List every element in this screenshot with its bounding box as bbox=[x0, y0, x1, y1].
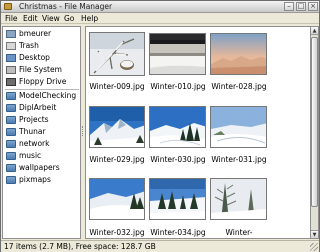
folder-icon bbox=[6, 152, 16, 160]
menu-view[interactable]: View bbox=[42, 14, 60, 23]
sidebar-item-bmeurer[interactable]: bmeurer bbox=[6, 29, 80, 39]
sidebar-item-label: ModelChecking bbox=[19, 91, 77, 100]
sidebar-item-modelchecking[interactable]: ModelChecking bbox=[6, 91, 80, 101]
folder-icon bbox=[6, 128, 16, 136]
minimize-button[interactable]: – bbox=[284, 2, 294, 11]
file-name-label: Winter-034.jpg bbox=[150, 228, 206, 237]
file-name-label: Winter-010.jpg bbox=[150, 82, 206, 91]
sidebar-item-label: music bbox=[19, 151, 42, 160]
folder-icon bbox=[6, 104, 16, 112]
sidebar: bmeurer Trash Desktop File System Floppy… bbox=[2, 26, 81, 239]
vertical-scrollbar[interactable]: ▲ ▼ bbox=[310, 26, 319, 239]
folder-icon bbox=[6, 176, 16, 184]
splitter-grip[interactable] bbox=[82, 126, 84, 136]
photo-thumbnail[interactable] bbox=[149, 33, 206, 75]
sidebar-item-label: Desktop bbox=[19, 53, 50, 62]
sidebar-item-label: bmeurer bbox=[19, 29, 52, 38]
filesystem-icon bbox=[6, 66, 16, 74]
sidebar-item-music[interactable]: music bbox=[6, 151, 80, 161]
file-name-label: Winter- bbox=[225, 228, 253, 237]
file-name-label: Winter-030.jpg bbox=[150, 155, 206, 164]
photo-thumbnail[interactable] bbox=[89, 32, 145, 76]
title-bar[interactable]: Christmas - File Manager – □ × bbox=[1, 1, 319, 13]
sidebar-item-diplarbeit[interactable]: DiplArbeit bbox=[6, 103, 80, 113]
folder-icon bbox=[6, 116, 16, 124]
photo-thumbnail[interactable] bbox=[149, 178, 206, 220]
close-button[interactable]: × bbox=[308, 2, 318, 11]
sidebar-item-desktop[interactable]: Desktop bbox=[6, 53, 80, 63]
window-title: Christmas - File Manager bbox=[19, 2, 113, 11]
file-name-label: Winter-031.jpg bbox=[211, 155, 267, 164]
sidebar-item-label: pixmaps bbox=[19, 175, 51, 184]
folder-icon bbox=[6, 164, 16, 172]
sidebar-item-label: File System bbox=[19, 65, 62, 74]
file-name-label: Winter-029.jpg bbox=[89, 155, 145, 164]
menu-bar: File Edit View Go Help bbox=[1, 13, 319, 24]
folder-icon bbox=[6, 92, 16, 100]
sidebar-item-pixmaps[interactable]: pixmaps bbox=[6, 175, 80, 185]
file-name-label: Winter-032.jpg bbox=[89, 228, 145, 237]
menu-file[interactable]: File bbox=[5, 14, 18, 23]
resize-grip-icon[interactable] bbox=[310, 243, 318, 251]
file-name-label: Winter-028.jpg bbox=[211, 82, 267, 91]
sidebar-item-label: Projects bbox=[19, 115, 49, 124]
sidebar-item-network[interactable]: network bbox=[6, 139, 80, 149]
photo-thumbnail[interactable] bbox=[210, 178, 267, 220]
scrollbar-thumb[interactable] bbox=[311, 37, 318, 207]
photo-thumbnail[interactable] bbox=[210, 106, 267, 148]
sidebar-item-label: network bbox=[19, 139, 50, 148]
photo-thumbnail[interactable] bbox=[210, 33, 267, 75]
folder-icon bbox=[4, 3, 12, 10]
menu-help[interactable]: Help bbox=[81, 14, 98, 23]
scroll-up-arrow-icon[interactable]: ▲ bbox=[311, 27, 318, 35]
trash-icon bbox=[6, 42, 16, 50]
sidebar-item-wallpapers[interactable]: wallpapers bbox=[6, 163, 80, 173]
menu-edit[interactable]: Edit bbox=[23, 14, 38, 23]
sidebar-divider bbox=[5, 89, 79, 90]
file-manager-window: Christmas - File Manager – □ × File Edit… bbox=[0, 0, 320, 252]
maximize-button[interactable]: □ bbox=[296, 2, 306, 11]
desktop-icon bbox=[6, 54, 16, 62]
sidebar-item-thunar[interactable]: Thunar bbox=[6, 127, 80, 137]
sidebar-item-label: wallpapers bbox=[19, 163, 60, 172]
floppy-icon bbox=[6, 78, 16, 86]
photo-thumbnail[interactable] bbox=[89, 106, 145, 148]
sidebar-item-file-system[interactable]: File System bbox=[6, 65, 80, 75]
photo-thumbnail[interactable] bbox=[149, 106, 206, 148]
status-text: 17 items (2.7 MB), Free space: 128.7 GB bbox=[4, 242, 156, 251]
file-icon-view: Winter-009.jpg Winter-010.jpg Winter-028… bbox=[85, 26, 310, 239]
sidebar-item-label: Trash bbox=[19, 41, 39, 50]
folder-icon bbox=[6, 140, 16, 148]
sidebar-item-projects[interactable]: Projects bbox=[6, 115, 80, 125]
sidebar-item-trash[interactable]: Trash bbox=[6, 41, 80, 51]
sidebar-item-label: Floppy Drive bbox=[19, 77, 67, 86]
menu-go[interactable]: Go bbox=[64, 14, 74, 23]
file-name-label: Winter-009.jpg bbox=[89, 82, 145, 91]
status-bar: 17 items (2.7 MB), Free space: 128.7 GB bbox=[1, 240, 319, 252]
sidebar-item-label: Thunar bbox=[19, 127, 46, 136]
sidebar-item-floppy-drive[interactable]: Floppy Drive bbox=[6, 77, 80, 87]
scroll-down-arrow-icon[interactable]: ▼ bbox=[311, 230, 318, 238]
home-icon bbox=[6, 30, 16, 38]
sidebar-item-label: DiplArbeit bbox=[19, 103, 57, 112]
photo-thumbnail[interactable] bbox=[89, 178, 145, 220]
